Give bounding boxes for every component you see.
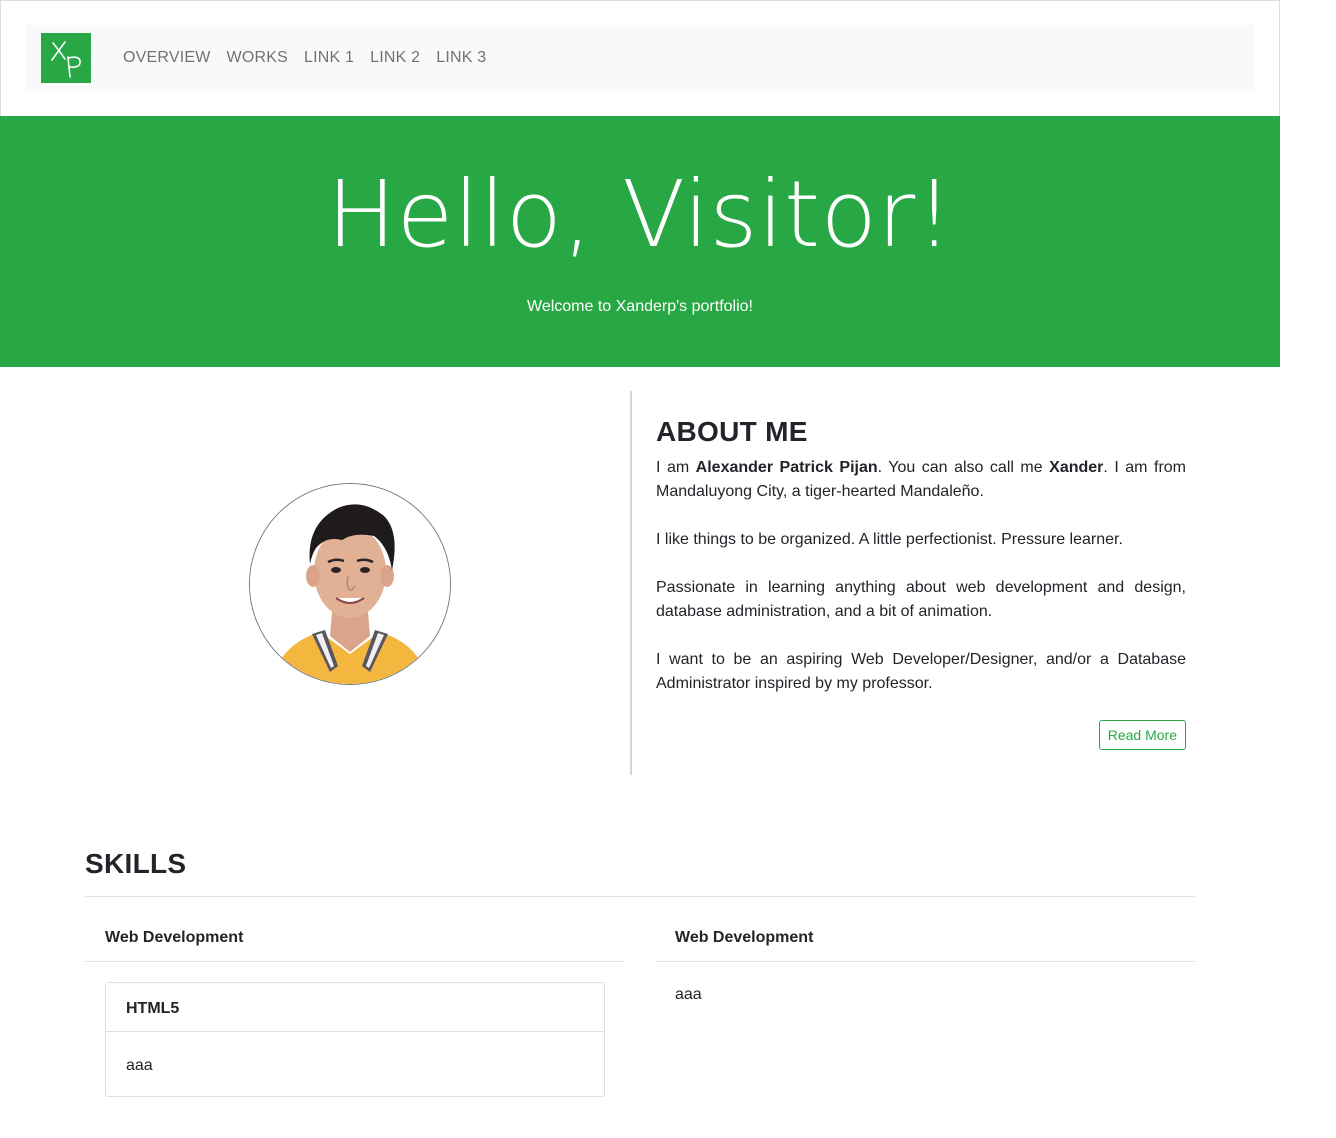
about-paragraph-2: I like things to be organized. A little … <box>656 531 1123 548</box>
read-more-wrap: Read More <box>656 720 1186 750</box>
about-nickname: Xander <box>1049 459 1104 476</box>
nav-link-2[interactable]: LINK 2 <box>370 49 420 67</box>
skill-card-body: aaa <box>126 1057 153 1074</box>
about-intro: I am Alexander Patrick Pijan. You can al… <box>656 456 1186 504</box>
page: OVERVIEW WORKS LINK 1 LINK 2 LINK 3 Hell… <box>0 0 1280 1138</box>
skills-col1-divider <box>85 961 625 962</box>
xp-logo-icon <box>51 41 81 78</box>
brand-logo[interactable] <box>41 33 91 83</box>
about-paragraph-4: I want to be an aspiring Web Developer/D… <box>656 651 1186 692</box>
skills-title: SKILLS <box>85 848 187 879</box>
about-intro-prefix: I am <box>656 459 696 476</box>
profile-photo <box>249 483 451 685</box>
skills-divider <box>85 896 1195 897</box>
about-title: ABOUT ME <box>656 416 808 447</box>
nav-link-overview[interactable]: OVERVIEW <box>123 49 211 67</box>
profile-photo-illustration <box>250 484 450 684</box>
about-paragraph-3: Passionate in learning anything about we… <box>656 579 1186 620</box>
navbar: OVERVIEW WORKS LINK 1 LINK 2 LINK 3 <box>25 25 1255 91</box>
nav-link-works[interactable]: WORKS <box>227 49 288 67</box>
hero-banner: Hello, Visitor! Welcome to Xanderp's por… <box>0 116 1280 367</box>
skills-col2-heading: Web Development <box>675 929 814 946</box>
about-intro-middle: . You can also call me <box>877 459 1050 476</box>
skill-card-html5: HTML5 aaa <box>105 982 605 1097</box>
skills-col1-heading: Web Development <box>105 929 244 946</box>
nav-link-1[interactable]: LINK 1 <box>304 49 354 67</box>
hero-title: Hello, Visitor! <box>326 161 954 268</box>
about-full-name: Alexander Patrick Pijan <box>695 459 878 476</box>
skill-card-heading: HTML5 <box>126 1000 180 1017</box>
hero-subtitle: Welcome to Xanderp's portfolio! <box>527 298 753 315</box>
skill-card-divider <box>106 1031 604 1032</box>
skills-col2-divider <box>655 961 1195 962</box>
nav-link-3[interactable]: LINK 3 <box>436 49 486 67</box>
skills-col2-body: aaa <box>675 986 702 1003</box>
nav-links: OVERVIEW WORKS LINK 1 LINK 2 LINK 3 <box>123 25 502 91</box>
vertical-divider <box>630 391 632 775</box>
read-more-button[interactable]: Read More <box>1098 720 1186 750</box>
about-section: ABOUT ME I am Alexander Patrick Pijan. Y… <box>656 414 1186 750</box>
